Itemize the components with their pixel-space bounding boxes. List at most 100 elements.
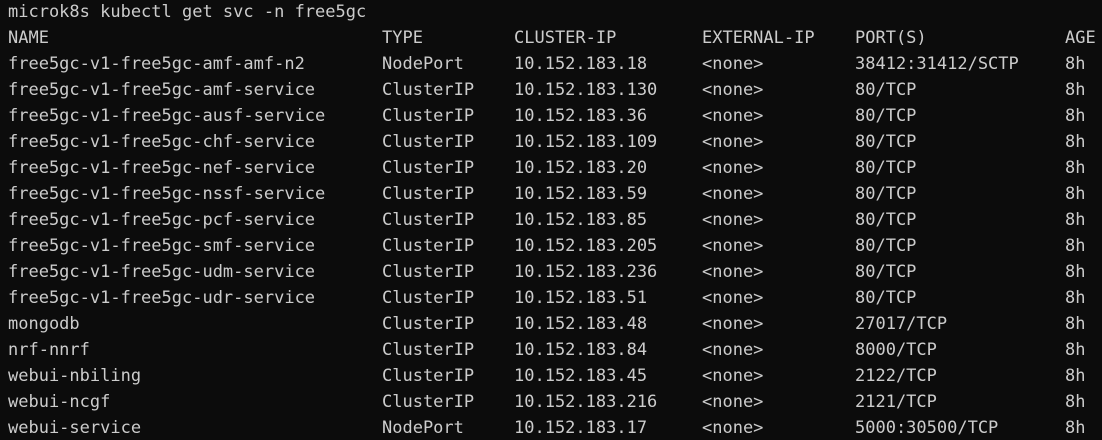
service-name-cell: free5gc-v1-free5gc-amf-amf-n2 xyxy=(8,54,305,74)
service-name-cell: free5gc-v1-free5gc-pcf-service xyxy=(8,210,316,230)
header-name: NAME xyxy=(8,28,49,48)
service-type-cell: ClusterIP xyxy=(382,340,475,360)
service-name-cell: free5gc-v1-free5gc-ausf-service xyxy=(8,106,326,126)
table-row: free5gc-v1-free5gc-smf-service ClusterIP 1… xyxy=(0,233,1102,259)
service-type-cell: NodePort xyxy=(382,418,464,438)
ports-cell: 2122/TCP xyxy=(855,366,937,386)
ports-cell: 8000/TCP xyxy=(855,340,937,360)
service-name-cell: webui-service xyxy=(8,418,142,438)
age-cell: 8h xyxy=(1065,54,1086,74)
age-cell: 8h xyxy=(1065,288,1086,308)
external-ip-cell: <none> xyxy=(702,132,764,152)
cluster-ip-cell: 10.152.183.18 xyxy=(514,54,648,74)
cluster-ip-cell: 10.152.183.36 xyxy=(514,106,648,126)
header-cluster-ip: CLUSTER-IP xyxy=(514,28,617,48)
age-cell: 8h xyxy=(1065,418,1086,438)
ports-cell: 80/TCP xyxy=(855,288,917,308)
service-name-cell: free5gc-v1-free5gc-smf-service xyxy=(8,236,316,256)
service-name-cell: free5gc-v1-free5gc-udr-service xyxy=(8,288,316,308)
service-name-cell: nrf-nnrf xyxy=(8,340,90,360)
age-cell: 8h xyxy=(1065,366,1086,386)
ports-cell: 80/TCP xyxy=(855,106,917,126)
service-name-cell: free5gc-v1-free5gc-udm-service xyxy=(8,262,316,282)
external-ip-cell: <none> xyxy=(702,158,764,178)
cluster-ip-cell: 10.152.183.17 xyxy=(514,418,648,438)
age-cell: 8h xyxy=(1065,262,1086,282)
table-row: free5gc-v1-free5gc-udm-service ClusterIP 1… xyxy=(0,259,1102,285)
external-ip-cell: <none> xyxy=(702,366,764,386)
service-name-cell: free5gc-v1-free5gc-chf-service xyxy=(8,132,316,152)
terminal-window[interactable]: microk8s kubectl get svc -n free5gc NAME… xyxy=(0,0,1102,440)
service-type-cell: ClusterIP xyxy=(382,80,475,100)
ports-cell: 80/TCP xyxy=(855,158,917,178)
external-ip-cell: <none> xyxy=(702,314,764,334)
ports-cell: 38412:31412/SCTP xyxy=(855,54,1019,74)
service-type-cell: ClusterIP xyxy=(382,158,475,178)
cluster-ip-cell: 10.152.183.216 xyxy=(514,392,658,412)
table-row: free5gc-v1-free5gc-ausf-service ClusterIP… xyxy=(0,103,1102,129)
table-row: free5gc-v1-free5gc-nef-service ClusterIP 1… xyxy=(0,155,1102,181)
external-ip-cell: <none> xyxy=(702,392,764,412)
service-name-cell: free5gc-v1-free5gc-nef-service xyxy=(8,158,316,178)
external-ip-cell: <none> xyxy=(702,210,764,230)
service-name-cell: free5gc-v1-free5gc-amf-service xyxy=(8,80,316,100)
service-type-cell: ClusterIP xyxy=(382,184,475,204)
cluster-ip-cell: 10.152.183.20 xyxy=(514,158,648,178)
table-row: nrf-nnrf ClusterIP 10.152.183.84 <none> 8000… xyxy=(0,337,1102,363)
ports-cell: 80/TCP xyxy=(855,184,917,204)
external-ip-cell: <none> xyxy=(702,340,764,360)
table-row: free5gc-v1-free5gc-pcf-service ClusterIP 1… xyxy=(0,207,1102,233)
table-row: free5gc-v1-free5gc-nssf-service ClusterIP… xyxy=(0,181,1102,207)
age-cell: 8h xyxy=(1065,132,1086,152)
cluster-ip-cell: 10.152.183.51 xyxy=(514,288,648,308)
cluster-ip-cell: 10.152.183.205 xyxy=(514,236,658,256)
external-ip-cell: <none> xyxy=(702,418,764,438)
service-type-cell: ClusterIP xyxy=(382,106,475,126)
table-row: mongodb ClusterIP 10.152.183.48 <none> 27017… xyxy=(0,311,1102,337)
table-row: free5gc-v1-free5gc-amf-amf-n2 NodePort 10.… xyxy=(0,51,1102,77)
service-type-cell: ClusterIP xyxy=(382,132,475,152)
cluster-ip-cell: 10.152.183.84 xyxy=(514,340,648,360)
age-cell: 8h xyxy=(1065,80,1086,100)
cluster-ip-cell: 10.152.183.48 xyxy=(514,314,648,334)
service-name-cell: free5gc-v1-free5gc-nssf-service xyxy=(8,184,326,204)
table-header: NAME TYPE CLUSTER-IP EXTERNAL-IP PORT(S)… xyxy=(0,25,1102,51)
header-age: AGE xyxy=(1065,28,1096,48)
age-cell: 8h xyxy=(1065,184,1086,204)
ports-cell: 80/TCP xyxy=(855,210,917,230)
external-ip-cell: <none> xyxy=(702,54,764,74)
table-row: free5gc-v1-free5gc-chf-service ClusterIP 1… xyxy=(0,129,1102,155)
service-name-cell: mongodb xyxy=(8,314,80,334)
service-name-cell: webui-nbiling xyxy=(8,366,142,386)
cluster-ip-cell: 10.152.183.59 xyxy=(514,184,648,204)
cluster-ip-cell: 10.152.183.130 xyxy=(514,80,658,100)
table-row: webui-ncgf ClusterIP 10.152.183.216 <none> 2… xyxy=(0,389,1102,415)
service-type-cell: ClusterIP xyxy=(382,236,475,256)
age-cell: 8h xyxy=(1065,340,1086,360)
age-cell: 8h xyxy=(1065,210,1086,230)
external-ip-cell: <none> xyxy=(702,288,764,308)
cluster-ip-cell: 10.152.183.109 xyxy=(514,132,658,152)
header-ports: PORT(S) xyxy=(855,28,927,48)
ports-cell: 80/TCP xyxy=(855,236,917,256)
ports-cell: 80/TCP xyxy=(855,80,917,100)
age-cell: 8h xyxy=(1065,314,1086,334)
external-ip-cell: <none> xyxy=(702,236,764,256)
header-external-ip: EXTERNAL-IP xyxy=(702,28,815,48)
external-ip-cell: <none> xyxy=(702,106,764,126)
ports-cell: 5000:30500/TCP xyxy=(855,418,999,438)
service-type-cell: ClusterIP xyxy=(382,392,475,412)
external-ip-cell: <none> xyxy=(702,262,764,282)
table-row: free5gc-v1-free5gc-udr-service ClusterIP 1… xyxy=(0,285,1102,311)
table-row: webui-nbiling ClusterIP 10.152.183.45 <none… xyxy=(0,363,1102,389)
header-type: TYPE xyxy=(382,28,423,48)
age-cell: 8h xyxy=(1065,158,1086,178)
service-name-cell: webui-ncgf xyxy=(8,392,111,412)
service-type-cell: ClusterIP xyxy=(382,288,475,308)
age-cell: 8h xyxy=(1065,392,1086,412)
external-ip-cell: <none> xyxy=(702,80,764,100)
cluster-ip-cell: 10.152.183.45 xyxy=(514,366,648,386)
command-line: microk8s kubectl get svc -n free5gc xyxy=(8,2,367,22)
service-type-cell: ClusterIP xyxy=(382,262,475,282)
cluster-ip-cell: 10.152.183.236 xyxy=(514,262,658,282)
